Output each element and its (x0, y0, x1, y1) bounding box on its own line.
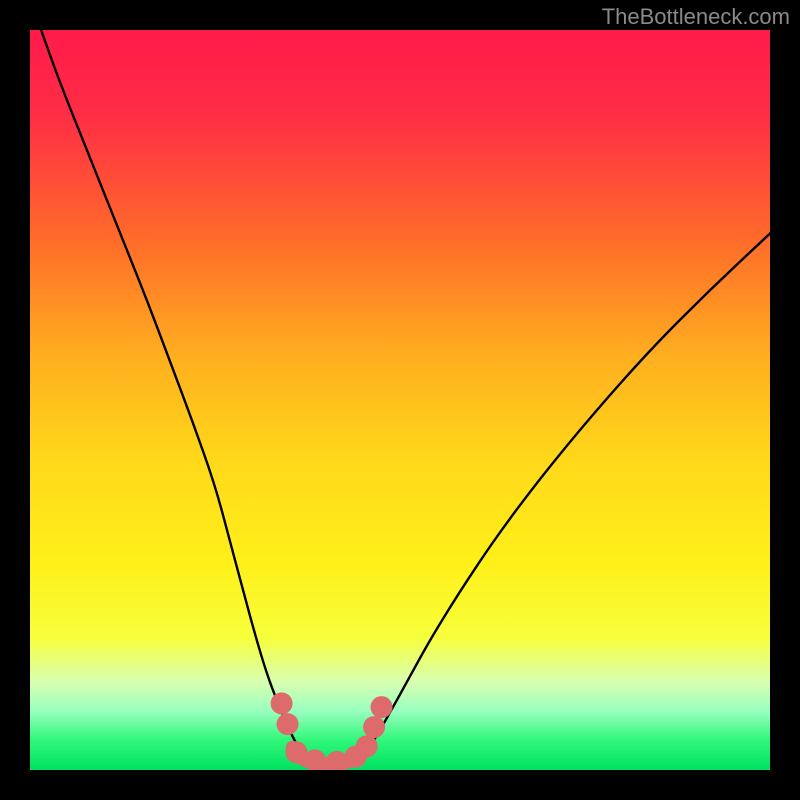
marker-dot (356, 735, 378, 757)
marker-dot (277, 713, 299, 735)
watermark-text: TheBottleneck.com (602, 4, 790, 30)
marker-dot (271, 692, 293, 714)
chart-svg (30, 30, 770, 770)
gradient-background (30, 30, 770, 770)
marker-dot (363, 716, 385, 738)
marker-dot (371, 696, 393, 718)
chart-frame: TheBottleneck.com (0, 0, 800, 800)
plot-area (30, 30, 770, 770)
